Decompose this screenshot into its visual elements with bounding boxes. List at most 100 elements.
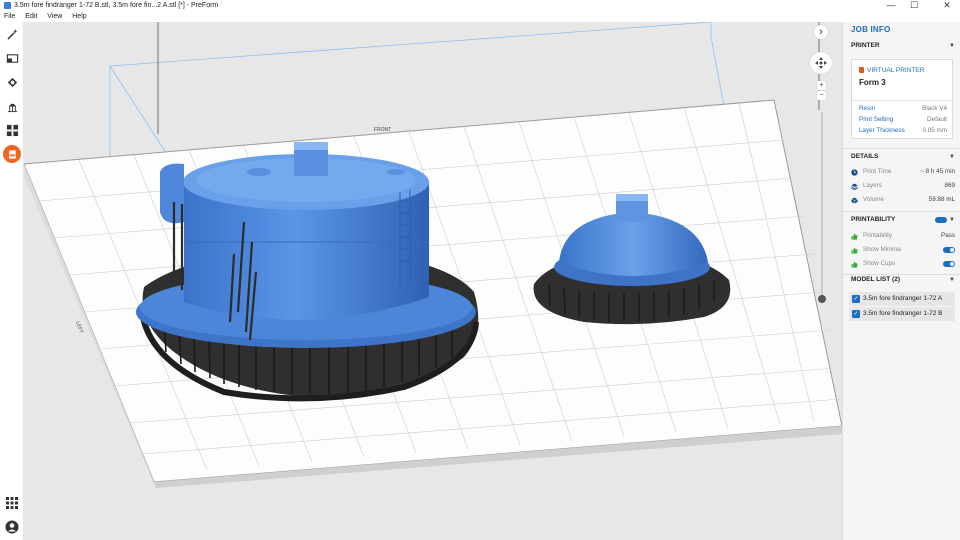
printer-header-label: PRINTER	[851, 42, 880, 49]
volume-row: Volume 59.88 mL	[851, 194, 955, 206]
supports-button[interactable]	[3, 97, 21, 115]
show-cups-label: Show Cups	[863, 260, 896, 267]
details-header-label: DETAILS	[851, 153, 879, 160]
layers-icon	[851, 183, 858, 190]
plate-front-label: FRONT	[374, 127, 391, 133]
title-bar: 3.5m fore findranger 1-72 B.stl, 3.5m fo…	[0, 0, 960, 11]
supports-icon	[7, 103, 17, 112]
print-icon	[8, 149, 16, 159]
card-divider	[852, 100, 952, 101]
printer-section-header[interactable]: PRINTER ▼	[851, 40, 955, 52]
pan-arrows-icon	[815, 57, 827, 69]
print-setting-row[interactable]: Print Setting Default	[859, 115, 947, 125]
scale-icon	[6, 53, 18, 63]
layers-value: 869	[944, 182, 955, 189]
print-time-label: Print Time	[863, 168, 892, 175]
orient-button[interactable]	[3, 73, 21, 91]
printability-section-header[interactable]: PRINTABILITY ▼	[851, 214, 955, 226]
model-name: 3.5m fore findranger 1-72 B	[863, 310, 943, 317]
section-divider	[843, 148, 960, 149]
thumbs-up-icon	[851, 261, 858, 268]
show-cups-toggle[interactable]	[943, 261, 955, 267]
view-pan-control[interactable]	[810, 52, 832, 74]
magic-wand-button[interactable]	[3, 25, 21, 43]
model-list-header-label: MODEL LIST (2)	[851, 276, 900, 283]
layer-slider-handle[interactable]	[818, 295, 826, 303]
checkbox-checked-icon[interactable]: ✓	[852, 310, 860, 318]
printability-label: Printability	[863, 232, 893, 239]
show-minima-toggle[interactable]	[943, 247, 955, 253]
volume-label: Volume	[863, 196, 885, 203]
print-button[interactable]	[3, 145, 21, 163]
model-list-section-header[interactable]: MODEL LIST (2) ▼	[851, 274, 955, 286]
volume-value: 59.88 mL	[928, 196, 955, 203]
resin-row[interactable]: Resin Black V4	[859, 104, 947, 114]
print-setting-label: Print Setting	[859, 116, 894, 123]
menu-help[interactable]: Help	[72, 11, 86, 22]
account-icon	[5, 520, 19, 534]
show-cups-row: Show Cups	[851, 258, 955, 270]
chevron-down-icon: ▼	[949, 277, 955, 283]
show-minima-label: Show Minima	[863, 246, 901, 253]
build-scene: FRONT LEFT	[24, 22, 842, 488]
zoom-in-button[interactable]: +	[817, 81, 826, 90]
print-time-value: ~ 8 h 45 min	[920, 168, 955, 175]
chevron-down-icon: ▼	[949, 43, 955, 49]
panel-expand-button[interactable]: ›	[814, 25, 828, 39]
virtual-printer-text: VIRTUAL PRINTER	[867, 67, 925, 74]
model-a[interactable]	[136, 142, 479, 402]
printer-name: Form 3	[859, 78, 886, 87]
print-setting-value: Default	[927, 116, 947, 123]
checkbox-checked-icon[interactable]: ✓	[852, 295, 860, 303]
model-list-item-b[interactable]: ✓ 3.5m fore findranger 1-72 B	[849, 307, 955, 321]
layer-thickness-row[interactable]: Layer Thickness 0.05 mm	[859, 126, 947, 136]
thumbs-up-icon	[851, 233, 858, 240]
section-divider	[843, 211, 960, 212]
printer-card[interactable]: VIRTUAL PRINTER Form 3 Resin Black V4 Pr…	[851, 59, 953, 139]
maximize-button[interactable]: ☐	[903, 0, 925, 11]
layers-row: Layers 869	[851, 180, 955, 192]
layout-icon	[6, 124, 18, 136]
volume-icon	[851, 197, 858, 204]
minimize-button[interactable]: —	[880, 0, 902, 11]
layer-slider-track[interactable]	[821, 112, 823, 297]
orient-icon	[7, 77, 17, 87]
virtual-printer-label: VIRTUAL PRINTER	[859, 67, 924, 74]
model-name: 3.5m fore findranger 1-72 A	[863, 295, 943, 302]
close-button[interactable]: ✕	[936, 0, 958, 11]
apps-grid-button[interactable]	[5, 496, 19, 510]
job-info-panel: JOB INFO PRINTER ▼ VIRTUAL PRINTER Form …	[842, 22, 960, 540]
printability-value: Pass	[941, 232, 955, 239]
menu-edit[interactable]: Edit	[25, 11, 37, 22]
clock-icon	[851, 169, 858, 176]
layout-button[interactable]	[3, 121, 21, 139]
preform-app-icon	[4, 2, 11, 9]
show-minima-row: Show Minima	[851, 244, 955, 256]
printability-row: Printability Pass	[851, 230, 955, 242]
account-button[interactable]	[5, 520, 19, 534]
menu-bar: File Edit View Help	[0, 11, 960, 22]
menu-file[interactable]: File	[4, 11, 15, 22]
print-time-row: Print Time ~ 8 h 45 min	[851, 166, 955, 178]
resin-value: Black V4	[922, 105, 947, 112]
window-title: 3.5m fore findranger 1-72 B.stl, 3.5m fo…	[14, 2, 219, 9]
printability-header-label: PRINTABILITY	[851, 216, 896, 223]
layer-thickness-value: 0.05 mm	[922, 127, 948, 134]
model-list-item-a[interactable]: ✓ 3.5m fore findranger 1-72 A	[849, 292, 955, 306]
zoom-out-button[interactable]: −	[817, 91, 826, 100]
resin-label: Resin	[859, 105, 876, 112]
printer-icon	[859, 67, 864, 73]
plate-left-label: LEFT	[74, 321, 84, 335]
layers-label: Layers	[863, 182, 882, 189]
apps-grid-icon	[6, 497, 18, 509]
printability-toggle[interactable]	[935, 217, 947, 223]
chevron-down-icon: ▼	[949, 154, 955, 160]
menu-view[interactable]: View	[47, 11, 62, 22]
scale-button[interactable]	[3, 49, 21, 67]
magic-wand-icon	[6, 28, 18, 40]
details-section-header[interactable]: DETAILS ▼	[851, 151, 955, 163]
panel-title: JOB INFO	[851, 25, 891, 34]
chevron-down-icon: ▼	[949, 217, 955, 223]
3d-viewport[interactable]: FRONT LEFT › + −	[24, 22, 842, 540]
left-toolbar	[0, 22, 24, 540]
